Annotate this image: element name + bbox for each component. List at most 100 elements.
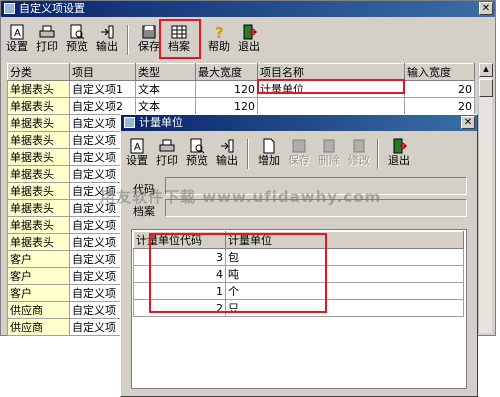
dialog-toolbar-separator bbox=[247, 139, 249, 169]
column-header-type[interactable]: 类型 bbox=[135, 63, 196, 81]
export-label: 输出 bbox=[96, 40, 118, 53]
cell-category[interactable]: 单据表头 bbox=[7, 148, 70, 166]
exit-button[interactable]: 退出 bbox=[235, 23, 263, 57]
cell-category[interactable]: 单据表头 bbox=[7, 233, 70, 251]
column-header-category[interactable]: 分类 bbox=[7, 63, 70, 81]
dialog-print-label: 打印 bbox=[156, 154, 178, 167]
cell-category[interactable]: 客户 bbox=[7, 267, 70, 285]
printer-icon bbox=[39, 25, 55, 38]
table-row[interactable]: 单据表头 自定义项2 文本 120 20 bbox=[7, 97, 475, 115]
column-header-input-width[interactable]: 输入宽度 bbox=[404, 63, 475, 81]
cell-category[interactable]: 客户 bbox=[7, 284, 70, 302]
export-button[interactable]: 输出 bbox=[93, 23, 121, 57]
cell-category[interactable]: 单据表头 bbox=[7, 165, 70, 183]
add-button[interactable]: 增加 bbox=[255, 137, 283, 171]
exit-label: 退出 bbox=[238, 40, 260, 53]
scroll-thumb[interactable] bbox=[479, 79, 493, 97]
table-header-row: 分类 项目 类型 最大宽度 项目名称 输入宽度 bbox=[7, 63, 475, 81]
column-header-item-name[interactable]: 项目名称 bbox=[257, 63, 405, 81]
column-header-item[interactable]: 项目 bbox=[69, 63, 136, 81]
settings-button[interactable]: A 设置 bbox=[3, 23, 31, 57]
preview-label: 预览 bbox=[66, 40, 88, 53]
unit-of-measure-dialog: 计量单位 ✕ A 设置 打印 预览 输出 增加 保存 删除 修改 退出 代码 档… bbox=[120, 114, 478, 397]
dialog-app-icon bbox=[124, 117, 135, 128]
save-icon bbox=[142, 25, 156, 39]
export-icon bbox=[101, 25, 114, 39]
dialog-title-bar: 计量单位 ✕ bbox=[121, 115, 477, 131]
main-close-button[interactable]: ✕ bbox=[479, 2, 493, 15]
cell-category[interactable]: 供应商 bbox=[7, 301, 70, 319]
cell-max-width[interactable]: 120 bbox=[195, 97, 258, 115]
print-button[interactable]: 打印 bbox=[33, 23, 61, 57]
cell-category[interactable]: 单据表头 bbox=[7, 199, 70, 217]
cell-type[interactable]: 文本 bbox=[135, 97, 196, 115]
svg-text:?: ? bbox=[215, 24, 224, 40]
dialog-print-button[interactable]: 打印 bbox=[153, 137, 181, 171]
settings-label: 设置 bbox=[6, 40, 28, 53]
cell-category[interactable]: 单据表头 bbox=[7, 114, 70, 132]
delete-label: 删除 bbox=[318, 154, 340, 167]
toolbar-separator bbox=[127, 25, 129, 55]
dialog-export-button[interactable]: 输出 bbox=[213, 137, 241, 171]
svg-text:A: A bbox=[14, 28, 21, 39]
help-button[interactable]: ? 帮助 bbox=[205, 23, 233, 57]
dialog-settings-label: 设置 bbox=[126, 154, 148, 167]
exit-door-icon bbox=[393, 138, 407, 154]
cell-item[interactable]: 自定义项1 bbox=[69, 80, 136, 98]
dialog-close-button[interactable]: ✕ bbox=[461, 116, 475, 129]
cell-category[interactable]: 单据表头 bbox=[7, 131, 70, 149]
preview-button[interactable]: 预览 bbox=[63, 23, 91, 57]
edit-icon bbox=[353, 139, 365, 153]
dialog-toolbar: A 设置 打印 预览 输出 增加 保存 删除 修改 退出 bbox=[121, 135, 477, 173]
cell-input-width[interactable]: 20 bbox=[404, 97, 475, 115]
app-icon bbox=[4, 3, 15, 14]
dialog-save-button[interactable]: 保存 bbox=[285, 137, 313, 171]
scroll-up-button[interactable]: ▲ bbox=[479, 63, 493, 77]
main-title-bar: 自定义项设置 ✕ bbox=[1, 1, 495, 17]
settings-icon: A bbox=[10, 24, 24, 40]
cell-max-width[interactable]: 120 bbox=[195, 80, 258, 98]
dialog-preview-button[interactable]: 预览 bbox=[183, 137, 211, 171]
dialog-exit-label: 退出 bbox=[388, 154, 410, 167]
delete-icon bbox=[323, 139, 335, 153]
settings-icon: A bbox=[130, 138, 144, 154]
cell-category[interactable]: 供应商 bbox=[7, 318, 70, 336]
watermark-text: 用友软件下载 www.ufidawhy.com bbox=[100, 188, 382, 206]
delete-button[interactable]: 删除 bbox=[315, 137, 343, 171]
cell-item[interactable]: 自定义项2 bbox=[69, 97, 136, 115]
column-header-max-width[interactable]: 最大宽度 bbox=[195, 63, 258, 81]
dialog-toolbar-separator-2 bbox=[377, 139, 379, 169]
dialog-title: 计量单位 bbox=[139, 116, 183, 129]
help-label: 帮助 bbox=[208, 40, 230, 53]
print-label: 打印 bbox=[36, 40, 58, 53]
unit-table-highlight bbox=[149, 233, 327, 313]
preview-icon bbox=[190, 138, 205, 154]
cell-category[interactable]: 单据表头 bbox=[7, 182, 70, 200]
help-icon: ? bbox=[215, 24, 224, 40]
main-toolbar: A 设置 打印 预览 输出 保存 档案 ? 帮助 退出 bbox=[1, 21, 495, 59]
dialog-export-label: 输出 bbox=[216, 154, 238, 167]
printer-icon bbox=[159, 139, 175, 152]
item-name-highlight bbox=[257, 79, 405, 94]
cell-item-name[interactable] bbox=[257, 97, 405, 115]
cell-type[interactable]: 文本 bbox=[135, 80, 196, 98]
exit-door-icon bbox=[243, 24, 257, 40]
archive-button-highlight bbox=[159, 19, 201, 59]
cell-category[interactable]: 单据表头 bbox=[7, 80, 70, 98]
cell-category[interactable]: 客户 bbox=[7, 250, 70, 268]
new-document-icon bbox=[263, 138, 275, 154]
dialog-preview-label: 预览 bbox=[186, 154, 208, 167]
dialog-settings-button[interactable]: A 设置 bbox=[123, 137, 151, 171]
svg-text:A: A bbox=[134, 142, 141, 153]
cell-category[interactable]: 单据表头 bbox=[7, 97, 70, 115]
main-vertical-scrollbar[interactable]: ▲ bbox=[478, 63, 493, 333]
modify-label: 修改 bbox=[348, 154, 370, 167]
preview-icon bbox=[70, 24, 85, 40]
modify-button[interactable]: 修改 bbox=[345, 137, 373, 171]
dialog-exit-button[interactable]: 退出 bbox=[385, 137, 413, 171]
dialog-save-label: 保存 bbox=[288, 154, 310, 167]
cell-category[interactable]: 单据表头 bbox=[7, 216, 70, 234]
save-icon bbox=[292, 139, 306, 153]
main-window-title: 自定义项设置 bbox=[19, 2, 85, 15]
cell-input-width[interactable]: 20 bbox=[404, 80, 475, 98]
